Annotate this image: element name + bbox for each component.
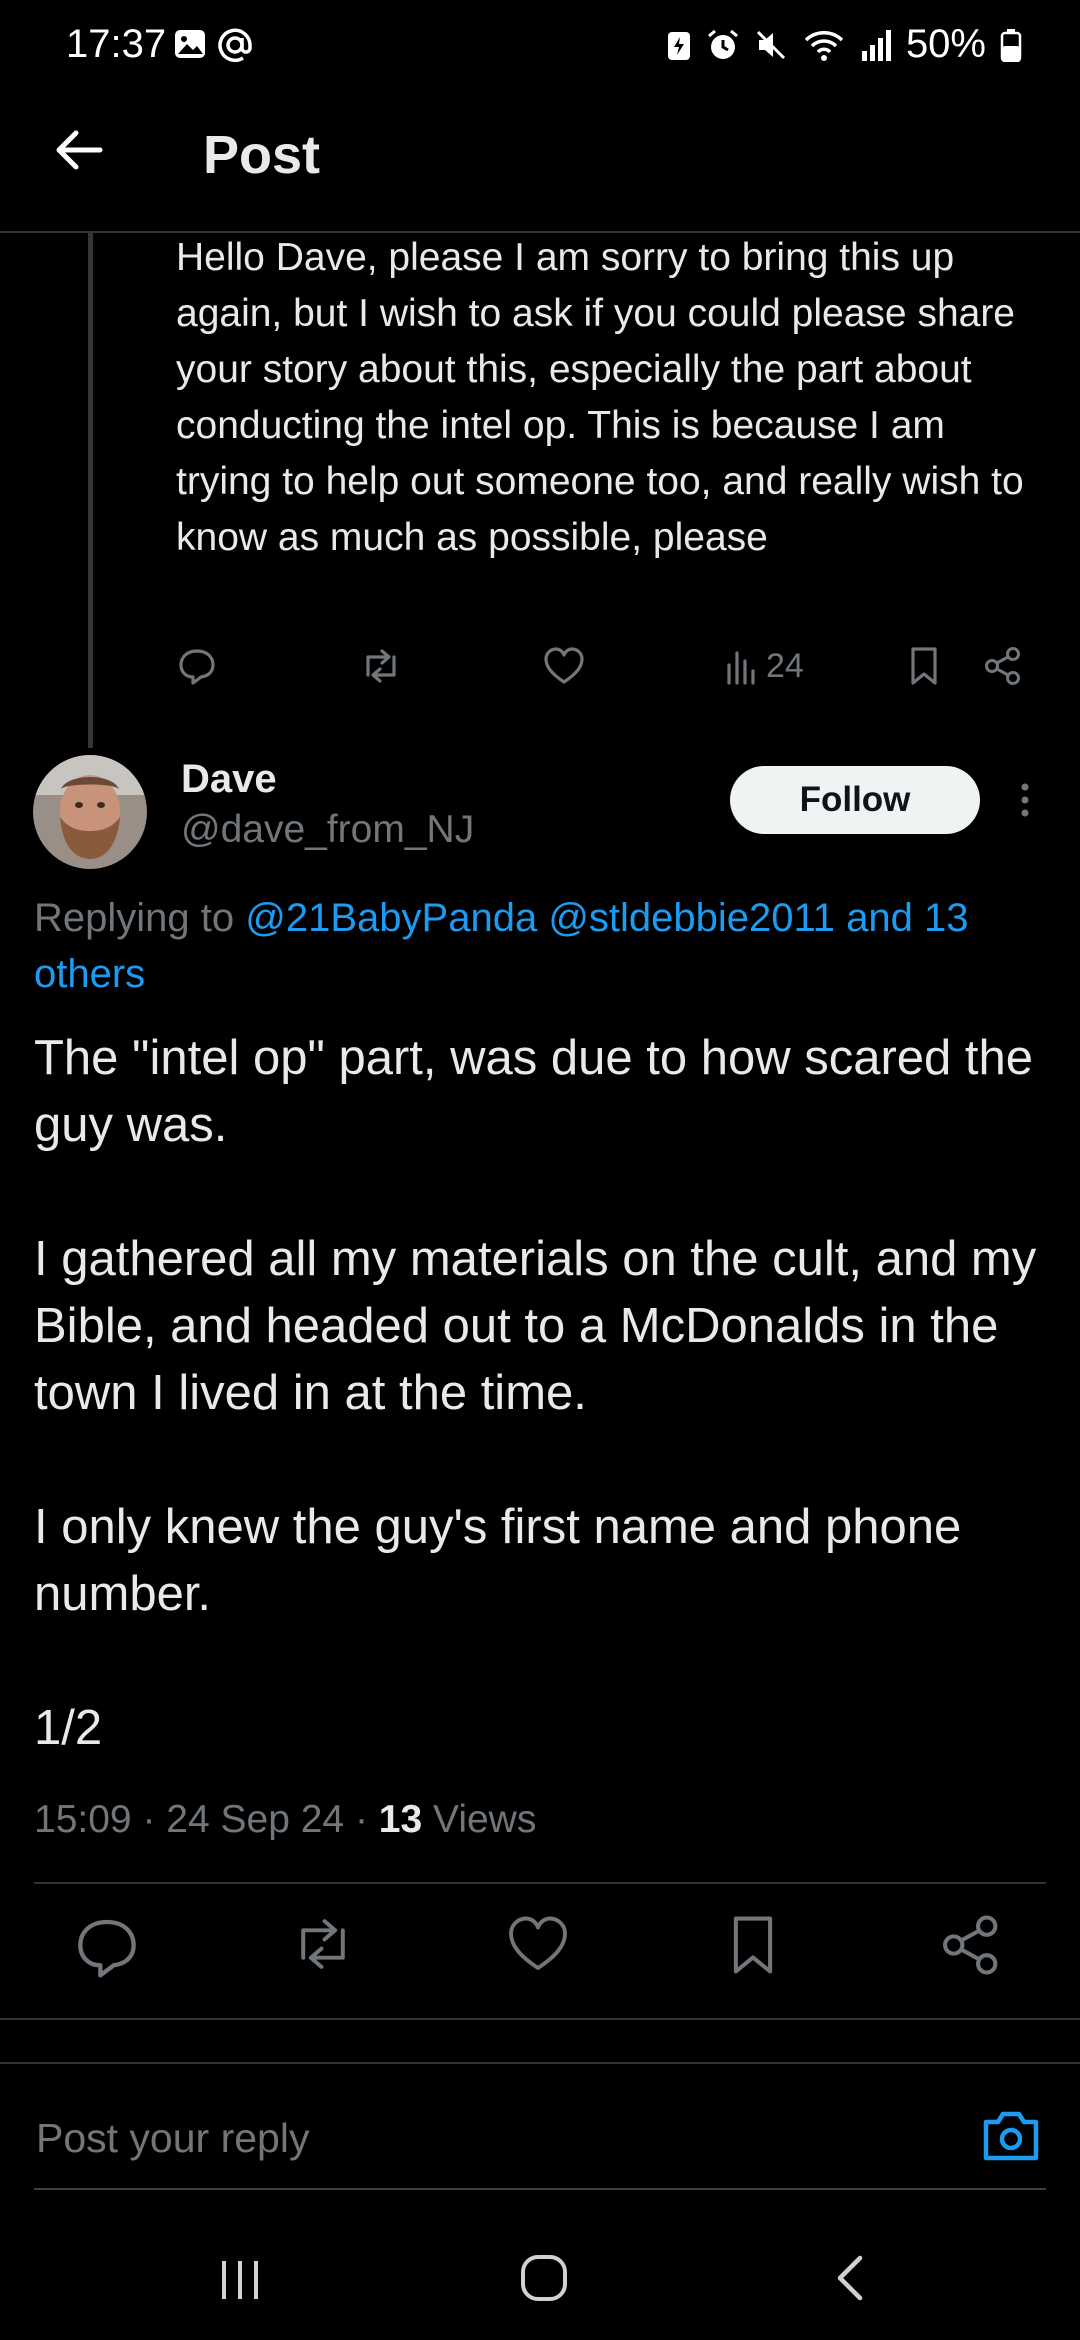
mute-icon [754, 28, 788, 62]
author-handle[interactable]: @dave_from_NJ [181, 808, 474, 852]
follow-button[interactable]: Follow [730, 766, 980, 834]
tweet-text: The "intel op" part, was due to how scar… [34, 1025, 1044, 1762]
repost-button[interactable] [288, 1912, 358, 1982]
nav-back-button[interactable] [830, 2252, 870, 2304]
comment-icon [179, 649, 215, 685]
separator-dot: · [142, 1798, 167, 1841]
at-icon [216, 26, 254, 64]
recents-icon [222, 2261, 258, 2299]
battery-icon [1000, 28, 1022, 62]
parent-like-button[interactable] [542, 645, 586, 687]
bookmark-icon [911, 647, 937, 685]
camera-button[interactable] [980, 2104, 1042, 2166]
battery-percent: 50% [905, 22, 986, 66]
divider [34, 1882, 1046, 1884]
more-vertical-icon [1021, 783, 1029, 817]
parent-reply-text: Hello Dave, please I am sorry to bring t… [176, 236, 1024, 559]
share-button[interactable] [938, 1912, 1008, 1982]
tweet-time: 15:09 [34, 1798, 132, 1841]
nav-home-button[interactable] [518, 2252, 570, 2304]
parent-views-button[interactable]: 24 [724, 645, 804, 687]
reply-button[interactable] [72, 1912, 142, 1982]
share-icon [943, 1915, 998, 1975]
thread-line [88, 233, 93, 748]
signal-icon [860, 27, 892, 63]
parent-views-count: 24 [766, 646, 804, 685]
reply-underline [34, 2188, 1046, 2190]
battery-saver-icon [666, 28, 692, 62]
parent-reply-button[interactable] [176, 645, 218, 687]
like-button[interactable] [505, 1912, 575, 1982]
bookmark-button[interactable] [725, 1912, 795, 1982]
share-icon [985, 647, 1020, 685]
views-count[interactable]: 13 [379, 1798, 422, 1841]
repost-icon [301, 1919, 345, 1969]
parent-action-bar: 24 [176, 645, 1066, 701]
comment-icon [78, 1919, 136, 1978]
tweet-date: 24 Sep 24 [166, 1798, 345, 1841]
repost-icon [366, 649, 396, 683]
parent-share-button[interactable] [982, 645, 1024, 687]
camera-icon [983, 2111, 1039, 2161]
nav-recents-button[interactable] [215, 2255, 265, 2305]
divider [0, 2018, 1080, 2020]
parent-repost-button[interactable] [358, 645, 404, 687]
arrow-left-icon [56, 130, 103, 170]
author-name[interactable]: Dave [181, 757, 277, 802]
heart-icon [544, 647, 584, 684]
views-label[interactable]: Views [433, 1798, 536, 1841]
tweet-paragraph: The "intel op" part, was due to how scar… [34, 1031, 1034, 1152]
divider [0, 2062, 1080, 2064]
more-options-button[interactable] [1010, 775, 1040, 825]
mention-link[interactable]: @21BabyPanda [245, 896, 537, 940]
status-left-icons [172, 26, 254, 64]
avatar[interactable] [33, 755, 147, 869]
status-time: 17:37 [66, 22, 167, 66]
alarm-icon [706, 28, 740, 62]
wifi-icon [802, 28, 846, 62]
reply-input[interactable] [34, 2114, 938, 2163]
gallery-icon [172, 26, 208, 64]
home-icon [521, 2255, 567, 2301]
replying-prefix: Replying to [34, 896, 235, 940]
parent-bookmark-button[interactable] [906, 645, 942, 687]
tweet-action-bar [0, 1912, 1080, 1992]
tweet-paragraph: 1/2 [34, 1701, 103, 1755]
status-right-icons: 50% [666, 22, 1022, 67]
page-title: Post [203, 125, 321, 185]
separator-dot: · [354, 1798, 379, 1841]
chevron-left-icon [837, 2255, 863, 2301]
bookmark-icon [733, 1916, 773, 1974]
mention-link[interactable]: @stldebbie2011 [548, 896, 835, 940]
back-button[interactable] [50, 120, 110, 180]
tweet-paragraph: I only knew the guy's first name and pho… [34, 1500, 962, 1621]
replying-to: Replying to @21BabyPanda @stldebbie2011 … [34, 890, 1044, 1002]
tweet-meta: 15:09 · 24 Sep 24 · 13 Views [34, 1798, 536, 1842]
analytics-icon [727, 651, 755, 685]
tweet-paragraph: I gathered all my materials on the cult,… [34, 1232, 1037, 1420]
heart-icon [509, 1916, 567, 1970]
